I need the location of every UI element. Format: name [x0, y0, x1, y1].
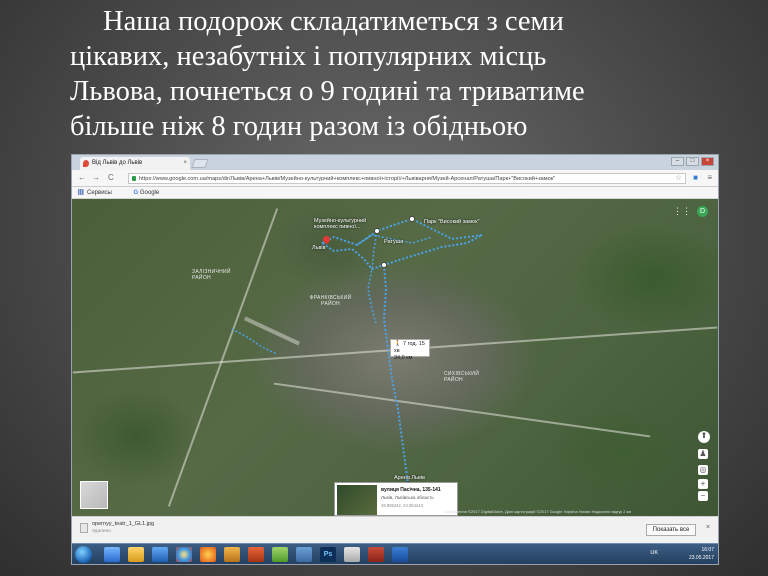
maps-pin-icon [83, 160, 89, 167]
zoom-out-button[interactable]: − [698, 491, 708, 501]
window-controls: – □ × [671, 157, 714, 166]
minimize-button[interactable]: – [671, 157, 684, 166]
show-all-button[interactable]: Показать все [646, 524, 696, 536]
apps-icon [78, 189, 84, 196]
menu-icon[interactable]: ≡ [707, 173, 712, 182]
place-coords: 49.805442, 24.054443 [381, 503, 423, 508]
pegman-icon[interactable]: ♟ [698, 449, 708, 459]
new-tab-button[interactable] [191, 159, 209, 168]
compass-icon[interactable]: ⬆ [698, 431, 710, 443]
powerpoint-icon[interactable] [368, 547, 384, 562]
tab-maps[interactable]: Від Львів до Львів × [80, 157, 190, 170]
slide-line: Наша подорож складатиметься з семи [103, 6, 564, 37]
download-status: Удалено [92, 529, 111, 534]
firefox-icon[interactable] [200, 547, 216, 562]
app-icon[interactable] [344, 547, 360, 562]
route-line [367, 230, 378, 325]
clock-date: 23.05.2017 [688, 555, 714, 561]
bookmark-google[interactable]: G Google [134, 190, 170, 196]
close-window-button[interactable]: × [701, 157, 714, 166]
avatar[interactable]: D [697, 206, 708, 217]
start-button[interactable] [75, 546, 92, 563]
map-account-controls: ⋮⋮ D [673, 206, 708, 217]
label-museum[interactable]: Музейно-культурний комплекс пивної... [314, 218, 374, 230]
route-line [382, 264, 409, 485]
tab-title: Від Львів до Львів [92, 160, 143, 166]
tab-close-icon[interactable]: × [183, 157, 187, 170]
system-clock[interactable]: 16:07 23.05.2017 [689, 546, 714, 562]
route-marker [374, 228, 380, 234]
explorer-icon[interactable] [128, 547, 144, 562]
map-attribution: Зображення ©2017 DigitalGlobe, Дані карт… [444, 509, 632, 514]
apps-grid-icon[interactable]: ⋮⋮ [673, 206, 691, 217]
route-marker [381, 262, 387, 268]
satellite-map[interactable]: Музейно-культурний комплекс пивної... Па… [72, 199, 718, 516]
download-bar-close-icon[interactable]: × [706, 524, 710, 531]
bookmark-apps[interactable]: Сервисы [78, 189, 122, 196]
slide-line: цікавих, незабутніх і популярних місць [70, 41, 547, 72]
slide-line: Львова, почнеться о 9 годині та триватим… [70, 76, 585, 107]
route-distance: 34,0 км [394, 355, 413, 361]
place-thumbnail[interactable] [337, 485, 377, 515]
map-layer-switcher[interactable] [80, 481, 108, 509]
file-icon [80, 523, 88, 533]
label-lviv[interactable]: Львів [312, 245, 326, 251]
bookmarks-bar: Сервисы G Google [72, 187, 718, 199]
label-park[interactable]: Парк "Високий замок" [424, 219, 479, 225]
app-icon[interactable] [272, 547, 288, 562]
app-icon[interactable] [296, 547, 312, 562]
url-input[interactable]: https://www.google.com.ua/maps/dir/Львів… [128, 173, 686, 184]
district-label: СИХІВСЬКИЙ РАЙОН [444, 371, 480, 383]
download-filename: opernyy_teatr_1_GL1.jpg [92, 521, 155, 527]
google-icon: G [133, 190, 139, 196]
airport-road [231, 328, 278, 355]
browser-screenshot: Від Львів до Львів × – □ × ← → C https:/… [71, 154, 719, 565]
clock-time: 16:07 [701, 547, 714, 553]
forward-icon[interactable]: → [92, 173, 100, 182]
chrome-icon[interactable] [176, 547, 192, 562]
tab-bar: Від Львів до Львів × – □ × [72, 155, 718, 170]
download-bar: opernyy_teatr_1_GL1.jpg Удалено Показать… [72, 516, 718, 543]
taskbar: Ps UK 16:07 23.05.2017 [72, 543, 718, 564]
ie-icon[interactable] [104, 547, 120, 562]
reload-icon[interactable]: C [108, 173, 114, 182]
place-address: Львів, Львівська область [381, 495, 434, 500]
lock-icon [132, 176, 136, 181]
address-bar-row: ← → C https://www.google.com.ua/maps/dir… [72, 170, 718, 187]
label-ratusha[interactable]: Ратуша [384, 239, 403, 245]
district-label: ЗАЛІЗНИЧНИЙ РАЙОН [192, 269, 231, 281]
place-title: вулиця Пасічна, 135-141 [381, 487, 441, 493]
slide-text: Наша подорож складатиметься з семи цікав… [70, 4, 710, 144]
back-icon[interactable]: ← [78, 173, 86, 182]
media-player-icon[interactable] [152, 547, 168, 562]
place-card[interactable]: вулиця Пасічна, 135-141 Львів, Львівська… [334, 482, 458, 516]
app-icon[interactable] [248, 547, 264, 562]
word-icon[interactable] [392, 547, 408, 562]
photoshop-icon[interactable]: Ps [320, 547, 336, 562]
url-text: https://www.google.com.ua/maps/dir/Львів… [139, 176, 556, 182]
walking-icon: 🚶 [394, 341, 402, 347]
app-icon[interactable] [224, 547, 240, 562]
route-info-box[interactable]: 🚶 7 год. 15 хв 34,0 км [390, 339, 430, 361]
extension-icon[interactable]: ■ [693, 173, 698, 182]
label-arena[interactable]: Арена Львів [394, 475, 425, 481]
download-item[interactable]: opernyy_teatr_1_GL1.jpg Удалено [78, 521, 198, 540]
my-location-icon[interactable]: ◎ [698, 465, 708, 475]
slide-line: більше ніж 8 годин разом із обідньою [70, 111, 528, 142]
maximize-button[interactable]: □ [686, 157, 699, 166]
zoom-in-button[interactable]: + [698, 479, 708, 489]
language-indicator[interactable]: UK [650, 550, 658, 556]
route-marker [409, 216, 415, 222]
bookmark-star-icon[interactable]: ☆ [675, 173, 682, 182]
district-label: ФРАНКІВСЬКИЙ РАЙОН [309, 295, 352, 307]
